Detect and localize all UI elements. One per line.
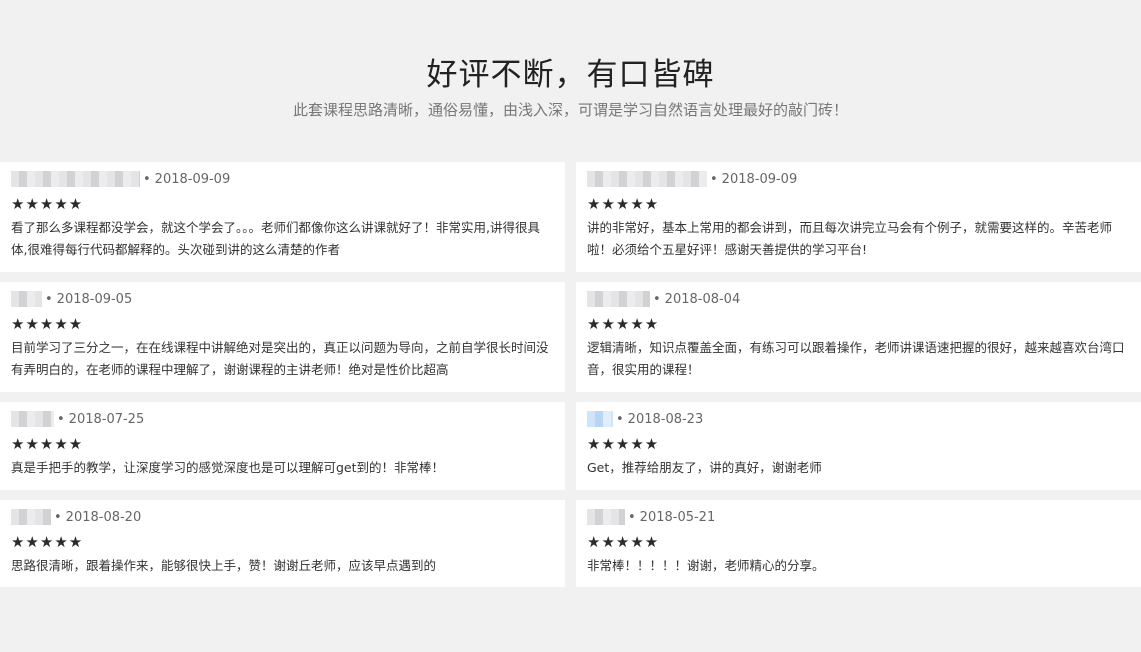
review-text: 真是手把手的教学，让深度学习的感觉深度也是可以理解可get到的！非常棒！ [11, 460, 445, 475]
separator-dot: • [45, 291, 53, 307]
rating-stars: ★★★★★ [11, 533, 84, 551]
section-title: 好评不断，有口皆碑 [426, 57, 715, 93]
review-date: 2018-08-23 [627, 411, 704, 427]
review-card: • 2018-08-23 ★★★★★ Get，推荐给朋友了，讲的真好，谢谢老师 [576, 402, 1141, 490]
review-date: 2018-09-09 [721, 171, 798, 187]
section-header: 好评不断，有口皆碑 此套课程思路清晰，通俗易懂，由浅入深，可谓是学习自然语言处理… [0, 0, 1141, 162]
rating-stars: ★★★★★ [11, 195, 84, 213]
separator-dot: • [54, 509, 62, 525]
review-date: 2018-05-21 [639, 509, 716, 525]
rating-stars: ★★★★★ [587, 533, 660, 551]
review-card: • 2018-09-09 ★★★★★ 讲的非常好，基本上常用的都会讲到，而且每次… [576, 162, 1141, 272]
review-date: 2018-08-04 [664, 291, 741, 307]
review-card: • 2018-07-25 ★★★★★ 真是手把手的教学，让深度学习的感觉深度也是… [0, 402, 565, 490]
review-grid: • 2018-09-09 ★★★★★ 看了那么多课程都没学会，就这个学会了。。。… [0, 162, 1141, 587]
rating-stars: ★★★★★ [11, 315, 84, 333]
review-card: • 2018-08-20 ★★★★★ 思路很清晰，跟着操作来，能够很快上手，赞！… [0, 500, 565, 587]
review-meta: • 2018-08-20 [11, 508, 555, 526]
reviewer-avatar [11, 411, 54, 427]
review-card: • 2018-08-04 ★★★★★ 逻辑清晰，知识点覆盖全面，有练习可以跟着操… [576, 282, 1141, 392]
review-text: Get，推荐给朋友了，讲的真好，谢谢老师 [587, 460, 822, 475]
review-meta: • 2018-07-25 [11, 410, 555, 428]
section-subtitle: 此套课程思路清晰，通俗易懂，由浅入深，可谓是学习自然语言处理最好的敲门砖！ [292, 101, 848, 119]
review-card: • 2018-09-09 ★★★★★ 看了那么多课程都没学会，就这个学会了。。。… [0, 162, 565, 272]
reviewer-avatar [587, 411, 613, 427]
reviewer-avatar [587, 291, 650, 307]
reviewer-avatar [587, 509, 625, 525]
review-text: 思路很清晰，跟着操作来，能够很快上手，赞！谢谢丘老师，应该早点遇到的 [11, 558, 437, 573]
review-date: 2018-08-20 [65, 509, 142, 525]
reviewer-avatar [11, 291, 42, 307]
review-card: • 2018-09-05 ★★★★★ 目前学习了三分之一，在在线课程中讲解绝对是… [0, 282, 565, 392]
reviewer-avatar [587, 171, 707, 187]
review-date: 2018-09-09 [154, 171, 231, 187]
separator-dot: • [143, 171, 151, 187]
reviewer-avatar [11, 171, 140, 187]
separator-dot: • [616, 411, 624, 427]
separator-dot: • [57, 411, 65, 427]
rating-stars: ★★★★★ [587, 195, 660, 213]
reviewer-avatar [11, 509, 51, 525]
review-text: 非常棒！！！！！谢谢，老师精心的分享。 [587, 558, 825, 573]
review-meta: • 2018-09-09 [11, 170, 555, 188]
review-text: 目前学习了三分之一，在在线课程中讲解绝对是突出的，真正以问题为导向，之前自学很长… [11, 340, 549, 377]
review-meta: • 2018-09-05 [11, 290, 555, 308]
review-date: 2018-07-25 [68, 411, 145, 427]
review-text: 逻辑清晰，知识点覆盖全面，有练习可以跟着操作，老师讲课语速把握的很好，越来越喜欢… [587, 340, 1125, 377]
rating-stars: ★★★★★ [11, 435, 84, 453]
rating-stars: ★★★★★ [587, 435, 660, 453]
review-text: 讲的非常好，基本上常用的都会讲到，而且每次讲完立马会有个例子，就需要这样的。辛苦… [587, 220, 1113, 257]
separator-dot: • [628, 509, 636, 525]
review-meta: • 2018-08-23 [587, 410, 1131, 428]
review-meta: • 2018-05-21 [587, 508, 1131, 526]
rating-stars: ★★★★★ [587, 315, 660, 333]
review-date: 2018-09-05 [56, 291, 133, 307]
separator-dot: • [653, 291, 661, 307]
review-meta: • 2018-08-04 [587, 290, 1131, 308]
review-meta: • 2018-09-09 [587, 170, 1131, 188]
separator-dot: • [710, 171, 718, 187]
review-card: • 2018-05-21 ★★★★★ 非常棒！！！！！谢谢，老师精心的分享。 [576, 500, 1141, 587]
review-text: 看了那么多课程都没学会，就这个学会了。。。老师们都像你这么讲课就好了！非常实用,… [11, 220, 540, 257]
